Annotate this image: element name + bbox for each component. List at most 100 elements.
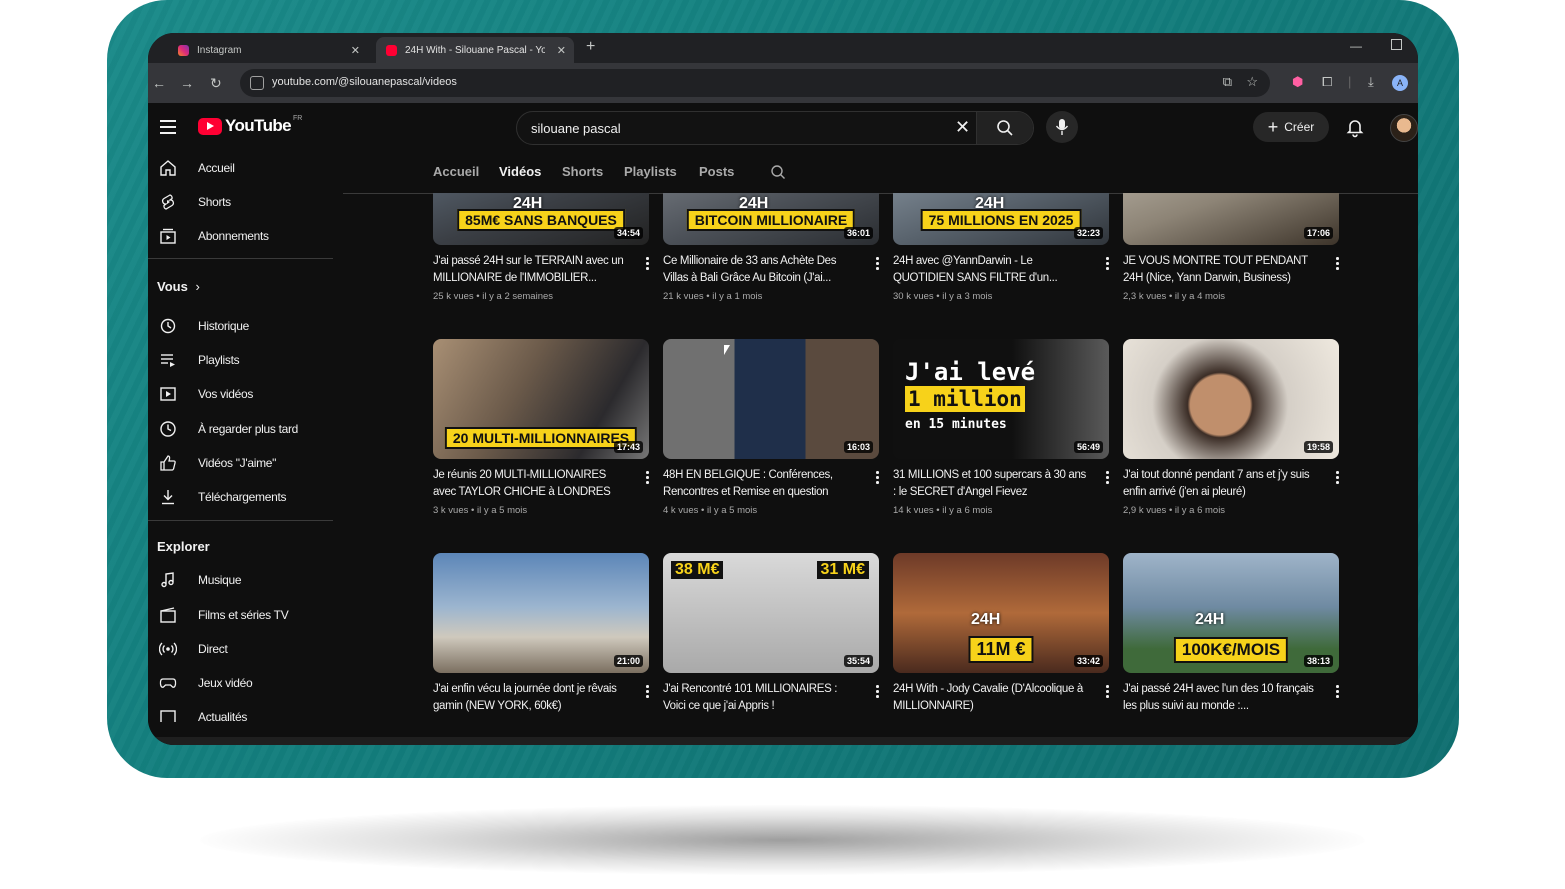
video-thumbnail[interactable]: 24H 100K€/MOIS 38:13 [1123,553,1339,673]
youtube-logo[interactable]: YouTube FR [198,114,303,136]
tab-title: 24H With - Silouane Pascal - Yo [405,44,545,56]
tab-videos[interactable]: Vidéos [499,164,541,179]
tab-playlists[interactable]: Playlists [624,164,677,179]
video-card[interactable]: 20 MULTI-MILLIONNAIRES 17:43 Je réunis 2… [433,339,651,529]
close-tab-icon[interactable]: ✕ [351,44,360,57]
tab-accueil[interactable]: Accueil [433,164,479,179]
install-app-icon[interactable]: ⧉ [1223,74,1232,90]
more-options-icon[interactable] [1106,685,1109,700]
extensions-puzzle-icon[interactable]: ⧠ [1322,74,1332,90]
video-title[interactable]: JE VOUS MONTRE TOUT PENDANT 24H (Nice, Y… [1123,253,1319,287]
maximize-icon[interactable] [1391,39,1402,50]
more-options-icon[interactable] [1336,257,1339,272]
sidebar-item-liked-videos[interactable]: Vidéos "J'aime" [148,448,338,478]
extension-icon[interactable]: ⬢ [1292,74,1303,90]
video-title[interactable]: 24H avec @YannDarwin - Le QUOTIDIEN SANS… [893,253,1089,287]
video-card[interactable]: 21:00 J'ai enfin vécu la journée dont je… [433,553,651,743]
video-card[interactable]: 17:06 JE VOUS MONTRE TOUT PENDANT 24H (N… [1123,193,1341,315]
video-title[interactable]: J'ai tout donné pendant 7 ans et j'y sui… [1123,467,1319,501]
video-card[interactable]: 24H 75 MILLIONS EN 2025 32:23 24H avec @… [893,193,1111,315]
sidebar-heading-vous[interactable]: Vous › [157,279,200,294]
video-thumbnail[interactable]: 21:00 [433,553,649,673]
video-thumbnail[interactable]: 19:58 [1123,339,1339,459]
site-info-icon[interactable] [250,76,264,90]
back-icon[interactable]: ← [152,75,166,91]
video-thumbnail[interactable]: 16:03 [663,339,879,459]
tab-youtube[interactable]: 24H With - Silouane Pascal - Yo ✕ [376,37,574,63]
video-card[interactable]: 24H 11M € 33:42 24H With - Jody Cavalie … [893,553,1111,743]
sidebar-item-films[interactable]: Films et séries TV [148,600,338,630]
more-options-icon[interactable] [876,685,879,700]
downloads-icon[interactable]: ⤓ [1368,74,1374,90]
user-avatar[interactable] [1390,114,1418,142]
floor-shadow [200,805,1365,875]
video-thumbnail[interactable]: J'ai levé 1 million en 15 minutes 56:49 [893,339,1109,459]
forward-icon[interactable]: → [180,75,194,91]
reload-icon[interactable]: ↻ [210,75,222,92]
more-options-icon[interactable] [1106,257,1109,272]
video-title[interactable]: J'ai Rencontré 101 MILLIONAIRES : Voici … [663,681,859,715]
more-options-icon[interactable] [1336,685,1339,700]
more-options-icon[interactable] [646,257,649,272]
sidebar-item-shorts[interactable]: Shorts [148,187,338,217]
search-input[interactable]: silouane pascal [531,121,621,136]
bookmark-star-icon[interactable]: ☆ [1246,74,1258,90]
video-title[interactable]: Je réunis 20 MULTI-MILLIONAIRES avec TAY… [433,467,629,501]
tab-shorts[interactable]: Shorts [562,164,603,179]
sidebar-item-playlists[interactable]: Playlists [148,345,338,375]
video-card[interactable]: 38 M€ 31 M€ 35:54 J'ai Rencontré 101 MIL… [663,553,881,743]
video-thumbnail[interactable]: 38 M€ 31 M€ 35:54 [663,553,879,673]
video-card[interactable]: 19:58 J'ai tout donné pendant 7 ans et j… [1123,339,1341,529]
sidebar-item-vos-videos[interactable]: Vos vidéos [148,379,338,409]
search-box[interactable]: silouane pascal ✕ [516,111,1034,145]
more-options-icon[interactable] [876,471,879,486]
create-button[interactable]: + Créer [1253,112,1329,142]
video-thumbnail[interactable]: 24H 11M € 33:42 [893,553,1109,673]
sidebar-item-abonnements[interactable]: Abonnements [148,221,338,251]
sidebar-item-watch-later[interactable]: À regarder plus tard [148,414,338,444]
video-card[interactable]: 24H 85M€ SANS BANQUES 34:54 J'ai passé 2… [433,193,651,315]
video-thumbnail[interactable]: 24H BITCOIN MILLIONAIRE 36:01 [663,193,879,245]
channel-search-icon[interactable] [770,164,786,180]
video-title[interactable]: Ce Millionaire de 33 ans Achète Des Vill… [663,253,859,287]
video-thumbnail[interactable]: 20 MULTI-MILLIONNAIRES 17:43 [433,339,649,459]
video-card[interactable]: 16:03 48H EN BELGIQUE : Conférences, Ren… [663,339,881,529]
voice-search-button[interactable] [1046,111,1078,143]
sidebar-item-accueil[interactable]: Accueil [148,153,338,183]
video-title[interactable]: J'ai enfin vécu la journée dont je rêvai… [433,681,629,715]
video-title[interactable]: 48H EN BELGIQUE : Conférences, Rencontre… [663,467,859,501]
browser-profile-avatar[interactable]: A [1392,75,1408,91]
sidebar-item-jeux[interactable]: Jeux vidéo [148,668,338,698]
close-tab-icon[interactable]: ✕ [557,44,566,57]
video-title[interactable]: J'ai passé 24H avec l'un des 10 français… [1123,681,1319,715]
notifications-bell-icon[interactable] [1344,116,1366,138]
tab-instagram[interactable]: Instagram ✕ [168,37,368,63]
minimize-icon[interactable]: — [1350,39,1362,53]
hamburger-menu-icon[interactable] [160,120,176,138]
new-tab-icon[interactable]: + [586,38,595,56]
sidebar-item-downloads[interactable]: Téléchargements [148,482,338,512]
search-button[interactable] [976,112,1033,144]
sidebar-item-historique[interactable]: Historique [148,311,338,341]
video-card[interactable]: 24H BITCOIN MILLIONAIRE 36:01 Ce Million… [663,193,881,315]
video-card[interactable]: J'ai levé 1 million en 15 minutes 56:49 … [893,339,1111,529]
video-thumbnail[interactable]: 24H 85M€ SANS BANQUES 34:54 [433,193,649,245]
video-thumbnail[interactable]: 17:06 [1123,193,1339,245]
more-options-icon[interactable] [1106,471,1109,486]
video-card[interactable]: 24H 100K€/MOIS 38:13 J'ai passé 24H avec… [1123,553,1341,743]
tab-posts[interactable]: Posts [699,164,734,179]
video-title[interactable]: 31 MILLIONS et 100 supercars à 30 ans : … [893,467,1089,501]
region-code: FR [293,114,303,122]
url-field[interactable]: youtube.com/@silouanepascal/videos ⧉ ☆ [240,69,1270,97]
sidebar-item-musique[interactable]: Musique [148,565,338,595]
sidebar-item-actualites[interactable]: Actualités [148,702,338,722]
video-thumbnail[interactable]: 24H 75 MILLIONS EN 2025 32:23 [893,193,1109,245]
video-title[interactable]: J'ai passé 24H sur le TERRAIN avec un MI… [433,253,629,287]
more-options-icon[interactable] [876,257,879,272]
more-options-icon[interactable] [646,471,649,486]
clear-search-icon[interactable]: ✕ [955,117,970,138]
more-options-icon[interactable] [646,685,649,700]
sidebar-item-direct[interactable]: Direct [148,634,338,664]
video-title[interactable]: 24H With - Jody Cavalie (D'Alcoolique à … [893,681,1089,715]
more-options-icon[interactable] [1336,471,1339,486]
